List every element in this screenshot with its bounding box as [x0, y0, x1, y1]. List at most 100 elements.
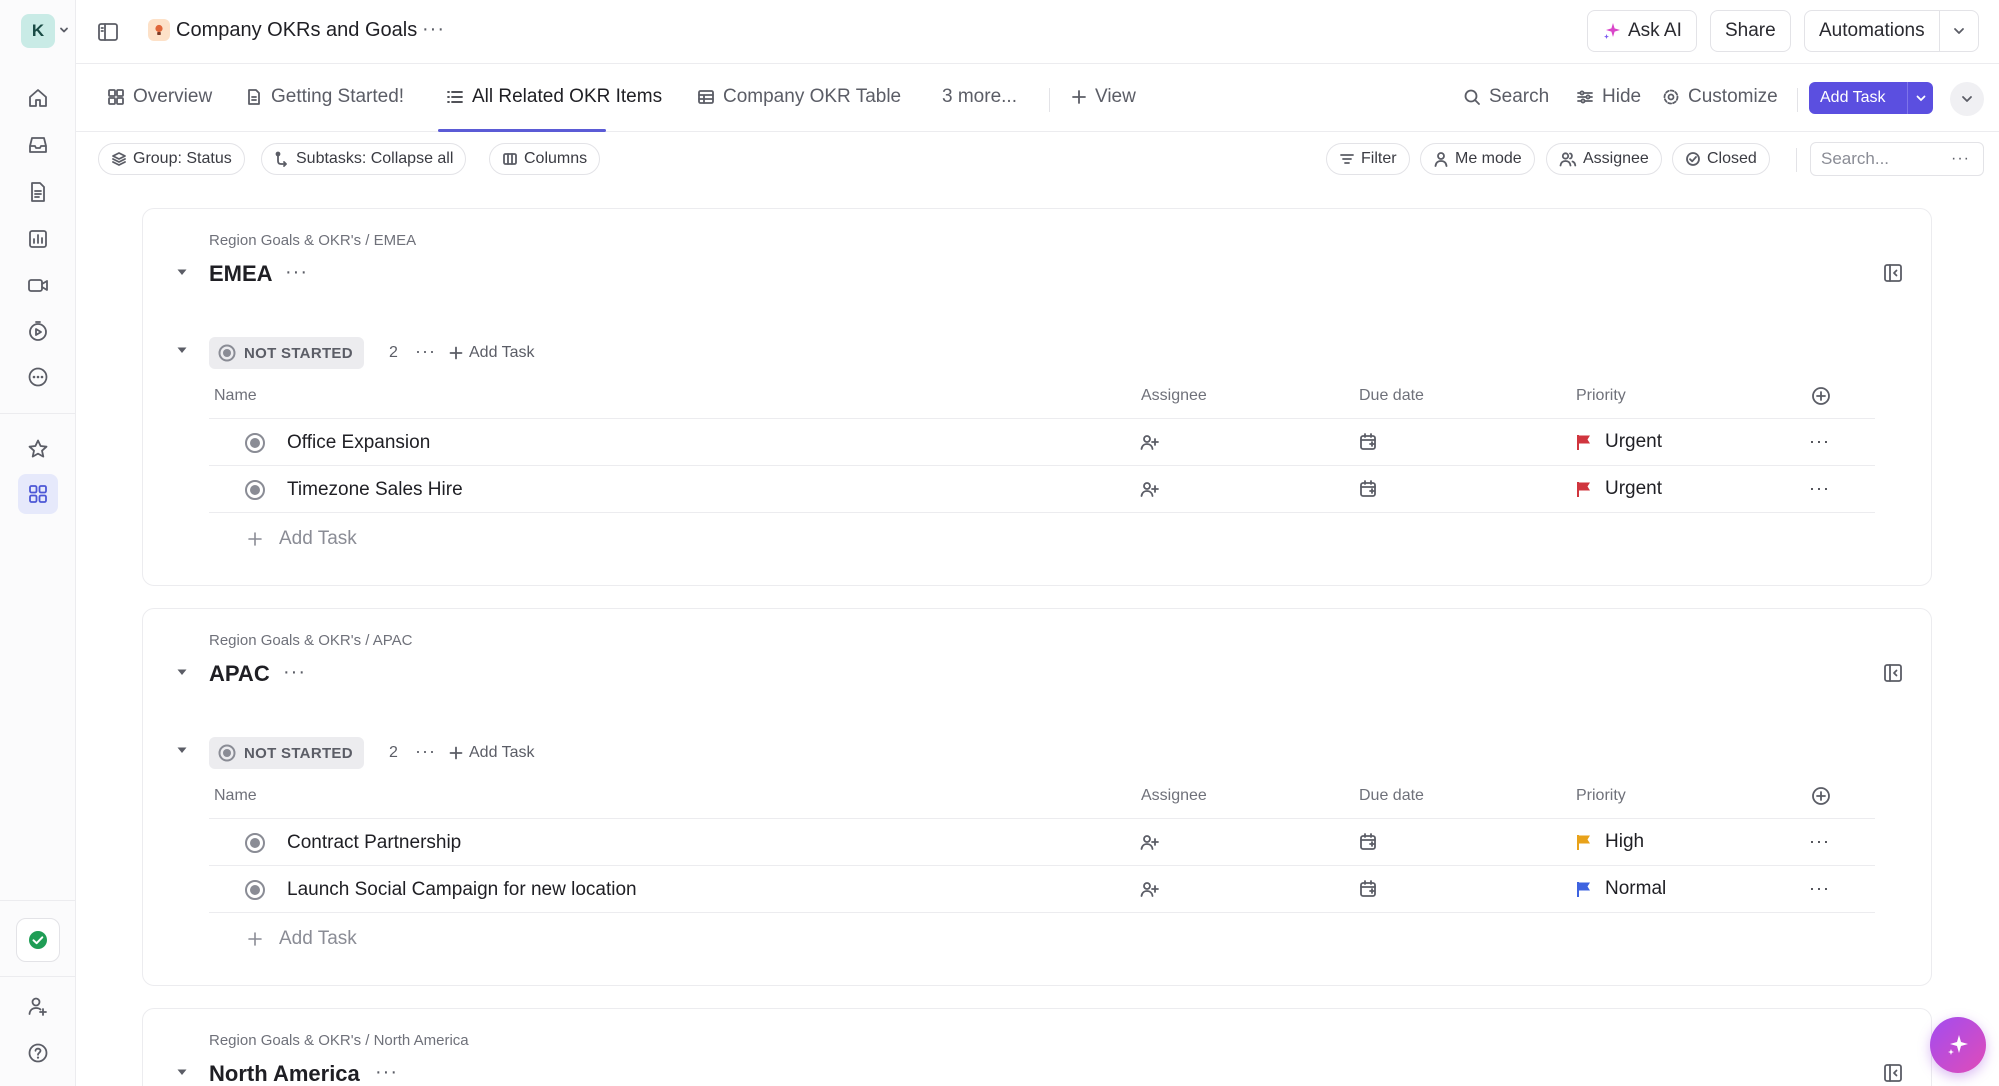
table-row[interactable]: Contract Partnership High ···: [209, 819, 1875, 866]
group-by-button[interactable]: Group: Status: [98, 143, 245, 175]
breadcrumb[interactable]: Region Goals & OKR's / APAC: [209, 632, 413, 649]
inbox-icon[interactable]: [18, 125, 58, 165]
assign-user-icon[interactable]: [1139, 480, 1161, 498]
invite-user-icon[interactable]: [18, 986, 58, 1026]
status-add-task-button[interactable]: Add Task: [449, 344, 535, 362]
breadcrumb[interactable]: Region Goals & OKR's / EMEA: [209, 232, 416, 249]
search-button[interactable]: Search: [1463, 86, 1549, 108]
list-search-input[interactable]: [1821, 149, 1951, 169]
tab-overview[interactable]: Overview: [107, 86, 212, 108]
row-more-icon[interactable]: ···: [1809, 431, 1830, 452]
sidebar-toggle-icon[interactable]: [96, 20, 120, 44]
column-header-name[interactable]: Name: [214, 787, 257, 805]
status-more-icon[interactable]: ···: [415, 341, 436, 362]
add-task-chevron-icon[interactable]: [1908, 92, 1927, 104]
breadcrumb[interactable]: Region Goals & OKR's / North America: [209, 1032, 469, 1049]
dashboards-icon[interactable]: [18, 219, 58, 259]
row-more-icon[interactable]: ···: [1809, 878, 1830, 899]
panel-collapse-icon[interactable]: [1883, 1063, 1903, 1083]
me-mode-button[interactable]: Me mode: [1420, 143, 1535, 175]
tab-all-related-okr-items[interactable]: All Related OKR Items: [446, 86, 662, 108]
add-task-row[interactable]: Add Task: [247, 528, 357, 550]
priority-cell[interactable]: Urgent: [1575, 478, 1662, 500]
hide-button[interactable]: Hide: [1576, 86, 1641, 108]
group-title[interactable]: APAC: [209, 661, 270, 687]
group-more-icon[interactable]: ···: [285, 261, 308, 284]
share-button[interactable]: Share: [1710, 10, 1791, 52]
status-caret-icon[interactable]: [175, 343, 189, 357]
assign-user-icon[interactable]: [1139, 833, 1161, 851]
collapse-caret-icon[interactable]: [175, 665, 189, 679]
docs-icon[interactable]: [18, 172, 58, 212]
calendar-icon[interactable]: [1358, 432, 1378, 452]
calendar-icon[interactable]: [1358, 832, 1378, 852]
home-icon[interactable]: [18, 78, 58, 118]
ask-ai-button[interactable]: Ask AI: [1587, 10, 1697, 52]
task-status-icon[interactable]: [245, 480, 265, 500]
help-icon[interactable]: [18, 1033, 58, 1073]
column-header-assignee[interactable]: Assignee: [1141, 387, 1207, 405]
add-task-row[interactable]: Add Task: [247, 928, 357, 950]
ai-assistant-sparkle-icon[interactable]: [1930, 1017, 1986, 1073]
calendar-icon[interactable]: [1358, 879, 1378, 899]
assign-user-icon[interactable]: [1139, 433, 1161, 451]
table-row[interactable]: Launch Social Campaign for new location …: [209, 866, 1875, 913]
tab-more-views[interactable]: 3 more...: [942, 86, 1017, 108]
status-pill[interactable]: NOT STARTED: [209, 337, 364, 369]
priority-cell[interactable]: Normal: [1575, 878, 1666, 900]
panel-collapse-icon[interactable]: [1883, 663, 1903, 683]
filter-button[interactable]: Filter: [1326, 143, 1410, 175]
collapse-caret-icon[interactable]: [175, 1065, 189, 1079]
spaces-grid-icon[interactable]: [18, 474, 58, 514]
column-header-name[interactable]: Name: [214, 387, 257, 405]
group-title[interactable]: North America: [209, 1061, 360, 1086]
assignee-filter-button[interactable]: Assignee: [1546, 143, 1662, 175]
collapse-header-chevron-icon[interactable]: [1950, 82, 1984, 116]
tab-getting-started[interactable]: Getting Started!: [245, 86, 404, 108]
group-more-icon[interactable]: ···: [375, 1061, 398, 1084]
search-options-icon[interactable]: ···: [1951, 150, 1970, 168]
row-more-icon[interactable]: ···: [1809, 478, 1830, 499]
task-name[interactable]: Contract Partnership: [287, 832, 461, 854]
collapse-caret-icon[interactable]: [175, 265, 189, 279]
add-view-button[interactable]: View: [1071, 86, 1136, 108]
task-name[interactable]: Launch Social Campaign for new location: [287, 879, 637, 901]
task-name[interactable]: Office Expansion: [287, 432, 430, 454]
customize-button[interactable]: Customize: [1662, 86, 1778, 108]
row-more-icon[interactable]: ···: [1809, 831, 1830, 852]
task-name[interactable]: Timezone Sales Hire: [287, 479, 463, 501]
add-task-button[interactable]: Add Task: [1809, 82, 1933, 114]
columns-button[interactable]: Columns: [489, 143, 601, 175]
calendar-icon[interactable]: [1358, 479, 1378, 499]
clips-video-icon[interactable]: [18, 265, 58, 305]
column-header-due-date[interactable]: Due date: [1359, 787, 1424, 805]
status-add-task-button[interactable]: Add Task: [449, 744, 535, 762]
chevron-down-icon[interactable]: [59, 25, 69, 35]
favorites-star-icon[interactable]: [18, 429, 58, 469]
closed-filter-button[interactable]: Closed: [1672, 143, 1770, 175]
table-row[interactable]: Office Expansion Urgent ···: [209, 419, 1875, 466]
group-title[interactable]: EMEA: [209, 261, 273, 287]
automations-chevron-icon[interactable]: [1940, 24, 1978, 38]
column-header-priority[interactable]: Priority: [1576, 787, 1626, 805]
page-title[interactable]: Company OKRs and Goals: [176, 19, 417, 42]
add-column-icon[interactable]: [1811, 386, 1831, 406]
workspace-avatar[interactable]: K: [21, 14, 55, 48]
subtasks-button[interactable]: Subtasks: Collapse all: [261, 143, 467, 175]
automations-button[interactable]: Automations: [1804, 10, 1979, 52]
column-header-priority[interactable]: Priority: [1576, 387, 1626, 405]
timesheet-icon[interactable]: [18, 311, 58, 351]
status-pill[interactable]: NOT STARTED: [209, 737, 364, 769]
title-more-icon[interactable]: ···: [422, 18, 445, 41]
table-row[interactable]: Timezone Sales Hire Urgent ···: [209, 466, 1875, 513]
task-status-icon[interactable]: [245, 880, 265, 900]
panel-collapse-icon[interactable]: [1883, 263, 1903, 283]
status-caret-icon[interactable]: [175, 743, 189, 757]
task-status-icon[interactable]: [245, 833, 265, 853]
column-header-assignee[interactable]: Assignee: [1141, 787, 1207, 805]
status-more-icon[interactable]: ···: [415, 741, 436, 762]
column-header-due-date[interactable]: Due date: [1359, 387, 1424, 405]
priority-cell[interactable]: Urgent: [1575, 431, 1662, 453]
tab-company-okr-table[interactable]: Company OKR Table: [697, 86, 901, 108]
status-check-icon[interactable]: [16, 918, 60, 962]
